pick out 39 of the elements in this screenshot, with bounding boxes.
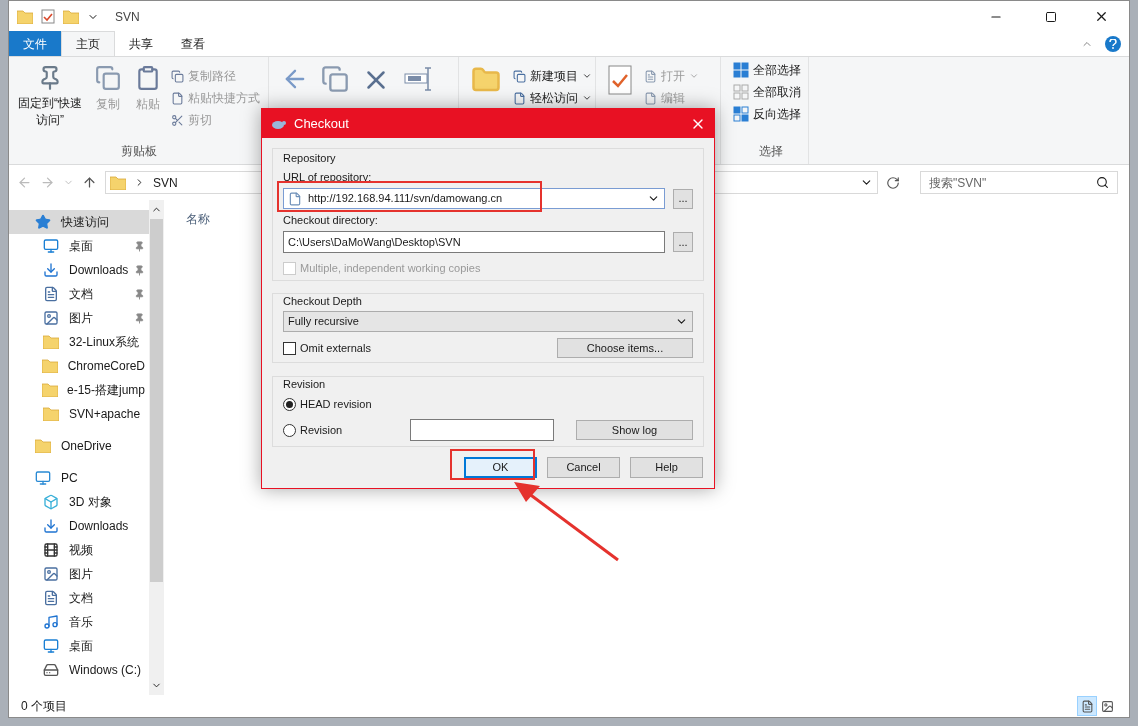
column-header: 名称 xyxy=(186,212,210,226)
nav-label: Downloads xyxy=(69,518,130,535)
field-label: Checkout directory: xyxy=(283,213,379,227)
nav-label: Windows (C:) xyxy=(69,662,142,679)
nav-label: 桌面 xyxy=(69,238,94,255)
search-placeholder: 搜索"SVN" xyxy=(929,174,988,192)
nav-label: 3D 对象 xyxy=(69,494,113,511)
group-label: Checkout Depth xyxy=(283,294,363,308)
nav-label: SVN+apache xyxy=(69,406,142,423)
nav-label: PC xyxy=(61,470,79,487)
dropdown-value: Fully recursive xyxy=(288,314,360,330)
directory-value: C:\Users\DaMoWang\Desktop\SVN xyxy=(288,234,461,250)
nav-label: 快速访问 xyxy=(61,214,110,231)
group-label: 选择 xyxy=(757,143,784,160)
nav-label: 文档 xyxy=(69,590,94,607)
nav-label: 音乐 xyxy=(69,614,94,631)
radio-label: Revision xyxy=(300,422,344,438)
group-label: Repository xyxy=(283,151,337,165)
nav-label: 图片 xyxy=(69,566,94,583)
nav-label: 图片 xyxy=(69,310,94,327)
group-label: 剪贴板 xyxy=(119,143,158,160)
nav-label: OneDrive xyxy=(61,438,113,455)
checkbox-label: Multiple, independent working copies xyxy=(300,261,481,276)
path-label: SVN xyxy=(153,174,178,192)
radio-label: HEAD revision xyxy=(300,396,373,412)
nav-label: 32-Linux系统 xyxy=(69,334,141,351)
url-value: http://192.168.94.111/svn/damowang.cn xyxy=(308,191,503,207)
group-label: Revision xyxy=(283,377,327,391)
dialog-title: Checkout xyxy=(294,114,349,133)
checkbox-label: Omit externals xyxy=(300,340,372,356)
nav-label: ChromeCoreD xyxy=(67,358,145,375)
nav-label: 桌面 xyxy=(69,638,94,655)
nav-label: Downloads xyxy=(69,262,130,279)
nav-label: 文档 xyxy=(69,286,94,303)
nav-label: e-15-搭建jump xyxy=(66,382,145,399)
field-label: URL of repository: xyxy=(283,170,373,184)
nav-label: 视频 xyxy=(69,542,94,559)
window-title: SVN xyxy=(115,8,140,26)
item-count: 0 个项目 xyxy=(21,698,68,715)
